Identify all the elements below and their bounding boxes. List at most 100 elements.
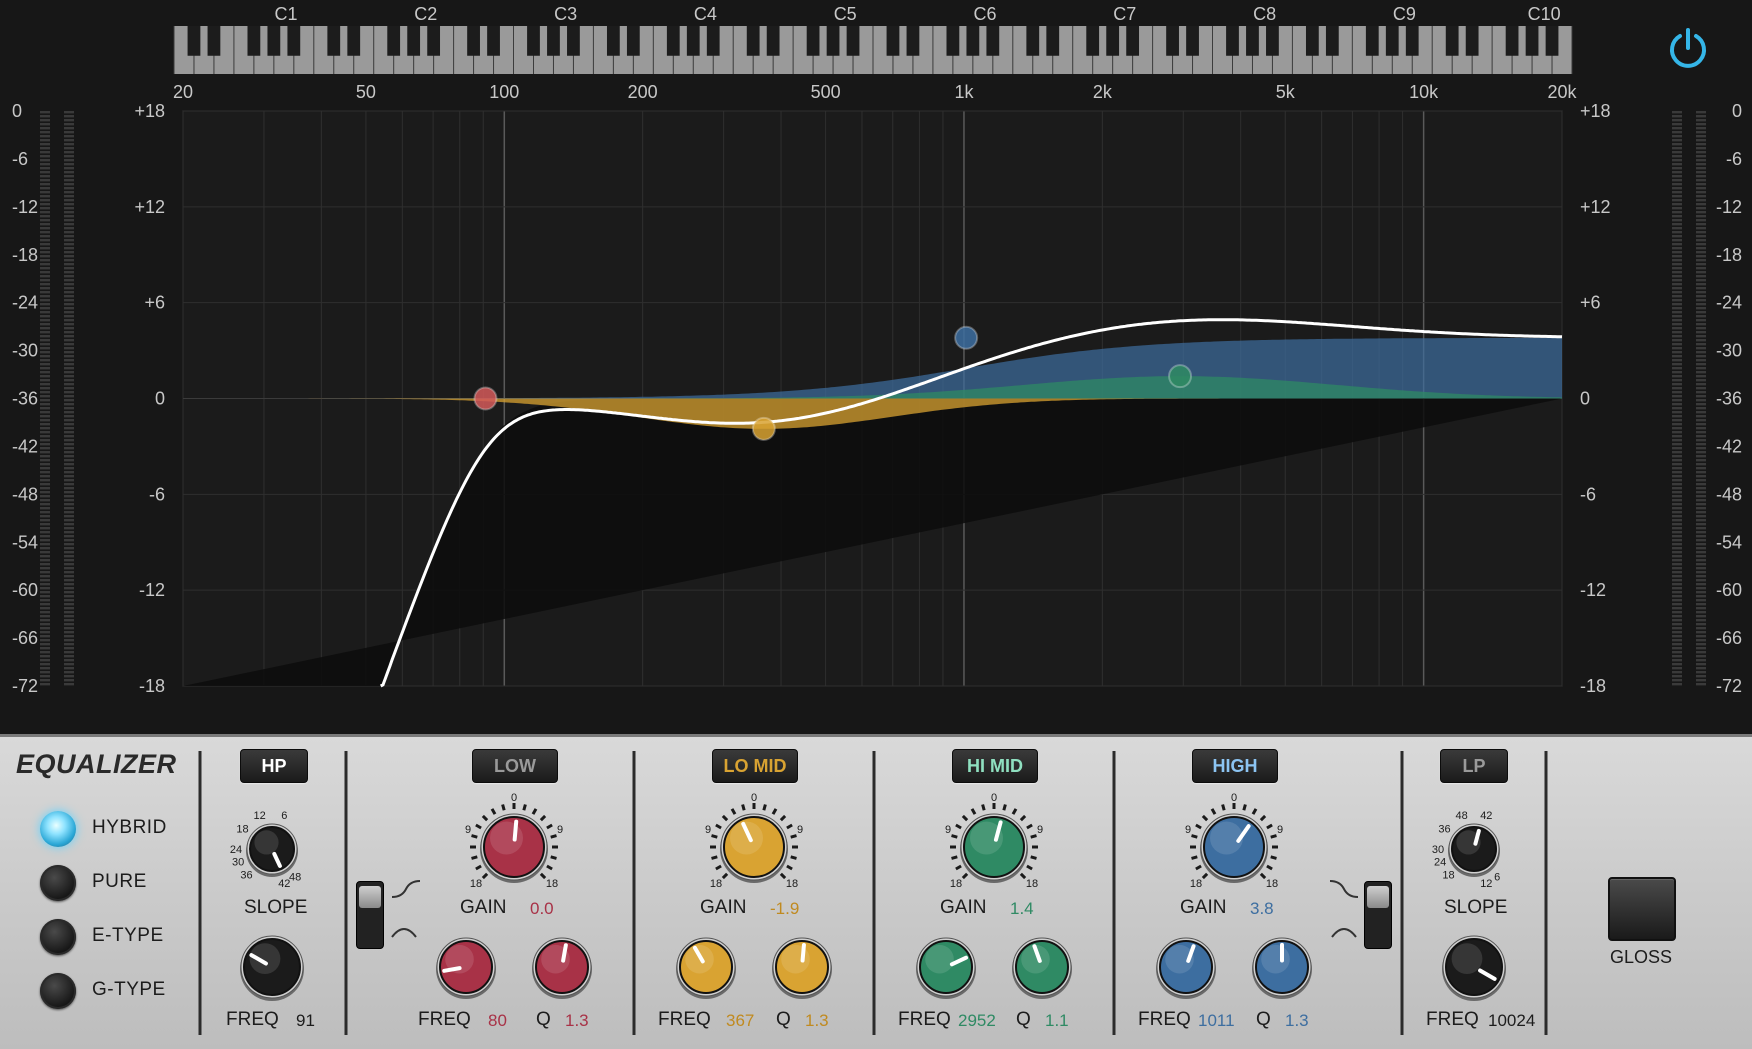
- high-band-handle[interactable]: [954, 325, 979, 350]
- knob-tick: [1191, 855, 1198, 860]
- high-q-knob[interactable]: [1252, 937, 1312, 999]
- meter-segment: [1696, 275, 1706, 278]
- low-shape-toggle[interactable]: [356, 881, 384, 949]
- meter-segment: [1696, 131, 1706, 134]
- knob-tick: [1195, 823, 1202, 830]
- meter-segment: [40, 283, 50, 286]
- himid-freq-knob[interactable]: [916, 937, 976, 999]
- meter-segment: [1672, 259, 1682, 262]
- high-freq-knob[interactable]: [1156, 937, 1216, 999]
- meter-segment: [1672, 251, 1682, 254]
- meter-segment: [64, 151, 74, 154]
- low-freq-knob[interactable]: [436, 937, 496, 999]
- lomid-q-knob[interactable]: [772, 937, 832, 999]
- meter-segment: [64, 395, 74, 398]
- meter-segment: [40, 527, 50, 530]
- black-key: [1046, 26, 1060, 56]
- meter-segment: [1696, 311, 1706, 314]
- mode-e-type[interactable]: E-TYPE: [40, 917, 210, 957]
- meter-segment: [40, 683, 50, 686]
- lp-freq-knob[interactable]: [1442, 935, 1506, 1001]
- black-key: [906, 26, 920, 56]
- power-button[interactable]: [1664, 24, 1712, 72]
- gain-axis-label-left: -18: [139, 676, 165, 696]
- high-band-button[interactable]: HIGH: [1192, 749, 1278, 783]
- high-freq-value: 1011: [1198, 1011, 1235, 1030]
- mode-led: [40, 919, 76, 955]
- meter-segment: [1696, 463, 1706, 466]
- gain-scale: 9: [1037, 824, 1043, 836]
- meter-segment: [1696, 143, 1706, 146]
- lp-band-button[interactable]: LP: [1440, 749, 1508, 783]
- himid-gain-knob[interactable]: [950, 803, 1038, 883]
- meter-segment: [1672, 119, 1682, 122]
- lp-slope-knob[interactable]: [1448, 823, 1500, 877]
- meter-segment: [64, 471, 74, 474]
- meter-segment: [1696, 591, 1706, 594]
- meter-segment: [1696, 571, 1706, 574]
- gain-scale: 18: [1266, 878, 1278, 890]
- meter-segment: [1696, 515, 1706, 518]
- lomid-gain-knob[interactable]: [710, 803, 798, 883]
- eq-display[interactable]: C1 C2 C3 C4 C5 C6 C7 C8 C9 C10 20 50 100 200 500 1k 2k 5k…: [0, 0, 1752, 734]
- meter-segment: [64, 507, 74, 510]
- meter-scale-left: -24: [12, 293, 38, 313]
- high-gain-knob[interactable]: [1190, 803, 1278, 883]
- meter-segment: [1672, 379, 1682, 382]
- knob-tick: [1026, 823, 1033, 830]
- meter-segment: [1672, 619, 1682, 622]
- meter-segment: [64, 599, 74, 602]
- black-key: [267, 26, 281, 56]
- black-key: [527, 26, 540, 56]
- meter-segment: [1672, 683, 1682, 686]
- mode-g-type[interactable]: G-TYPE: [40, 971, 210, 1011]
- meter-segment: [1672, 587, 1682, 590]
- meter-segment: [1672, 187, 1682, 190]
- meter-segment: [40, 199, 50, 202]
- himid-band-handle[interactable]: [1168, 364, 1193, 389]
- meter-segment: [1696, 675, 1706, 678]
- hp-band-handle[interactable]: [473, 386, 498, 411]
- meter-segment: [1672, 459, 1682, 462]
- high-q-value: 1.3: [1285, 1011, 1309, 1030]
- black-key: [1266, 26, 1279, 56]
- meter-segment: [1672, 615, 1682, 618]
- hp-band-button[interactable]: HP: [240, 749, 308, 783]
- himid-band-button[interactable]: HI MID: [952, 749, 1038, 783]
- meter-segment: [1696, 239, 1706, 242]
- hp-freq-knob[interactable]: [240, 935, 304, 1001]
- lomid-freq-knob[interactable]: [676, 937, 736, 999]
- high-shape-toggle[interactable]: [1364, 881, 1392, 949]
- meter-segment: [1672, 351, 1682, 354]
- meter-segment: [40, 131, 50, 134]
- hp-slope-knob[interactable]: [246, 823, 298, 877]
- meter-segment: [1672, 447, 1682, 450]
- himid-q-knob[interactable]: [1012, 937, 1072, 999]
- black-key: [746, 26, 760, 56]
- black-key: [1186, 26, 1199, 56]
- mode-hybrid[interactable]: HYBRID: [40, 809, 210, 849]
- gloss-button[interactable]: [1608, 877, 1676, 941]
- eq-graph[interactable]: C1 C2 C3 C4 C5 C6 C7 C8 C9 C10 20 50 100 200 500 1k 2k 5k…: [0, 0, 1752, 734]
- meter-segment: [1696, 535, 1706, 538]
- low-gain-knob[interactable]: [470, 803, 558, 883]
- low-q-value: 1.3: [565, 1011, 589, 1030]
- low-q-knob[interactable]: [532, 937, 592, 999]
- lomid-band-handle[interactable]: [751, 416, 776, 441]
- low-band-button[interactable]: LOW: [472, 749, 558, 783]
- lomid-freq-value: 367: [726, 1011, 755, 1030]
- knob-tick: [490, 808, 497, 815]
- meter-segment: [40, 671, 50, 674]
- meter-segment: [1696, 519, 1706, 522]
- mode-pure[interactable]: PURE: [40, 863, 210, 903]
- black-key: [427, 26, 441, 56]
- meter-segment: [40, 431, 50, 434]
- meter-segment: [1672, 455, 1682, 458]
- meter-segment: [64, 419, 74, 422]
- lomid-band-button[interactable]: LO MID: [712, 749, 798, 783]
- meter-segment: [64, 495, 74, 498]
- meter-segment: [64, 387, 74, 390]
- meter-segment: [40, 491, 50, 494]
- meter-segment: [40, 463, 50, 466]
- meter-segment: [1696, 431, 1706, 434]
